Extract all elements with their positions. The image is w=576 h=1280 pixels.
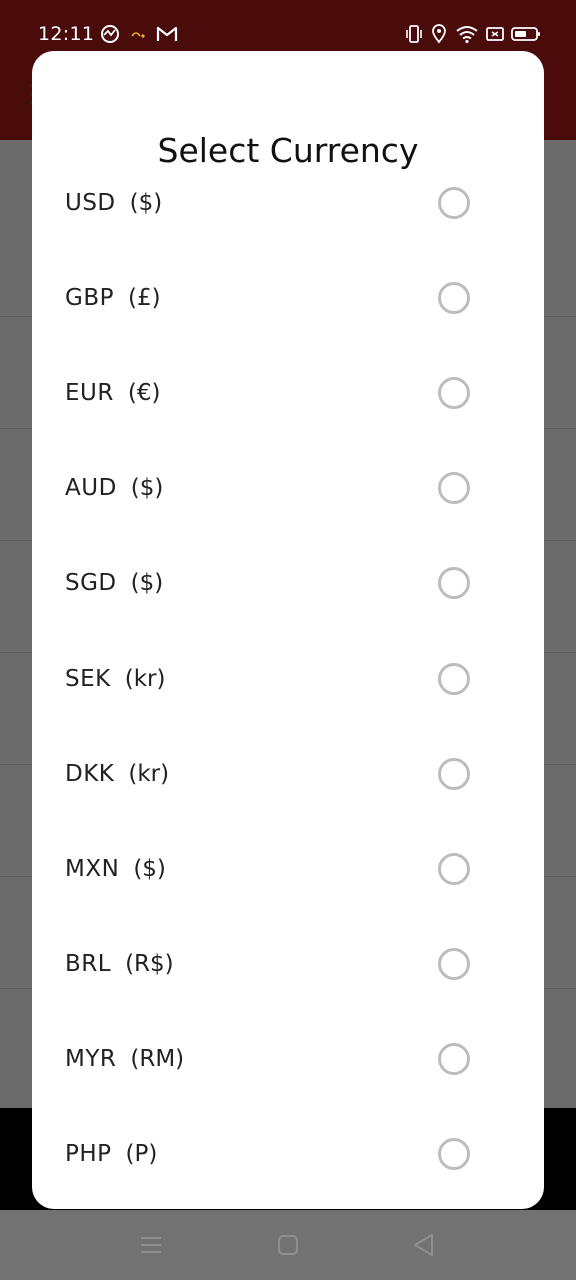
currency-symbol: ($) xyxy=(129,189,163,216)
radio-button[interactable] xyxy=(438,948,470,981)
currency-symbol: ($) xyxy=(133,855,166,882)
radio-button[interactable] xyxy=(438,757,470,790)
currency-code: SGD xyxy=(65,570,117,597)
battery-icon xyxy=(511,24,541,44)
currency-label: BRL (R$) xyxy=(65,951,174,977)
radio-button[interactable] xyxy=(438,1138,470,1171)
currency-symbol: (kr) xyxy=(128,760,170,787)
currency-option[interactable]: AUD ($) xyxy=(32,441,544,536)
currency-label: PHP (P) xyxy=(65,1141,157,1167)
status-time: 12:11 xyxy=(38,23,95,45)
currency-code: SEK xyxy=(65,665,111,692)
currency-label: EUR (€) xyxy=(65,380,160,406)
currency-option[interactable]: USD ($) xyxy=(32,155,544,250)
currency-code: DKK xyxy=(65,760,115,787)
currency-symbol: ($) xyxy=(130,570,164,597)
currency-label: MYR (RM) xyxy=(65,1046,184,1072)
currency-label: DKK (kr) xyxy=(65,761,169,787)
gmail-icon xyxy=(156,24,178,44)
currency-label: USD ($) xyxy=(65,190,162,216)
currency-option[interactable]: GBP (£) xyxy=(32,250,544,345)
currency-symbol: (€) xyxy=(127,379,161,406)
radio-button[interactable] xyxy=(438,1043,470,1076)
currency-label: MXN ($) xyxy=(65,856,166,882)
radio-button[interactable] xyxy=(438,662,470,695)
vibrate-icon xyxy=(404,24,424,44)
status-bar: 12:11 xyxy=(0,0,576,52)
currency-symbol: (£) xyxy=(127,284,161,311)
currency-label: GBP (£) xyxy=(65,285,161,311)
menu-icon[interactable] xyxy=(138,1232,164,1258)
home-icon[interactable] xyxy=(275,1232,301,1258)
currency-code: MYR xyxy=(65,1046,117,1073)
activity-icon xyxy=(100,24,120,44)
back-icon[interactable] xyxy=(411,1232,437,1258)
currency-symbol: (P) xyxy=(125,1141,158,1168)
screen-icon xyxy=(485,24,505,44)
radio-button[interactable] xyxy=(438,472,470,505)
currency-list: USD ($) GBP (£) EUR (€) AUD ($) SGD ($) SEK (k… xyxy=(32,155,544,1202)
currency-code: EUR xyxy=(65,379,114,406)
currency-label: SGD ($) xyxy=(65,570,163,596)
currency-option[interactable]: SEK (kr) xyxy=(32,631,544,726)
currency-label: AUD ($) xyxy=(65,475,163,501)
currency-code: USD xyxy=(65,189,116,216)
location-icon xyxy=(430,24,448,44)
radio-button[interactable] xyxy=(438,281,470,314)
system-nav-bar xyxy=(0,1210,576,1280)
currency-code: PHP xyxy=(65,1141,112,1168)
currency-option[interactable]: MYR (RM) xyxy=(32,1012,544,1107)
currency-option[interactable]: MXN ($) xyxy=(32,821,544,916)
currency-option[interactable]: SGD ($) xyxy=(32,536,544,631)
currency-symbol: (R$) xyxy=(125,951,174,978)
currency-symbol: ($) xyxy=(130,475,164,502)
currency-option[interactable]: PHP (P) xyxy=(32,1107,544,1202)
radio-button[interactable] xyxy=(438,186,470,219)
radio-button[interactable] xyxy=(438,567,470,600)
wifi-icon xyxy=(455,24,479,44)
currency-dialog: Select Currency USD ($) GBP (£) EUR (€) AUD… xyxy=(32,51,544,1209)
currency-option[interactable]: DKK (kr) xyxy=(32,726,544,821)
cast-icon xyxy=(130,24,148,44)
currency-symbol: (kr) xyxy=(124,665,166,692)
currency-option[interactable]: EUR (€) xyxy=(32,345,544,440)
currency-code: AUD xyxy=(65,475,117,502)
currency-code: MXN xyxy=(65,855,120,882)
radio-button[interactable] xyxy=(438,376,470,409)
currency-code: BRL xyxy=(65,951,112,978)
radio-button[interactable] xyxy=(438,852,470,885)
currency-option[interactable]: BRL (R$) xyxy=(32,917,544,1012)
currency-label: SEK (kr) xyxy=(65,666,165,692)
currency-symbol: (RM) xyxy=(130,1046,185,1073)
currency-code: GBP xyxy=(65,284,114,311)
